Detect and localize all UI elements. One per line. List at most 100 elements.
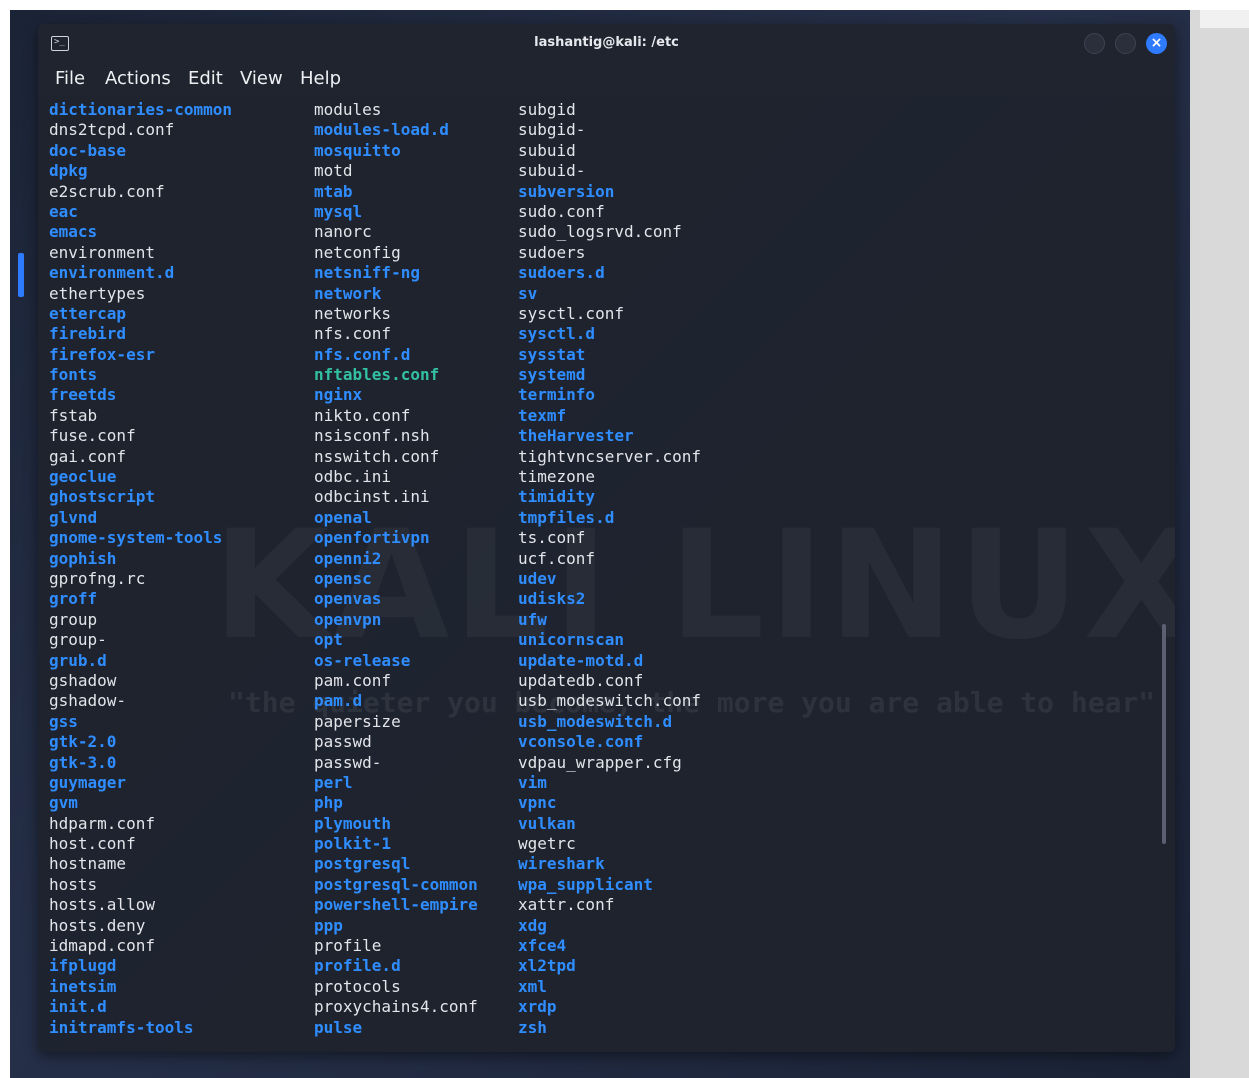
file-entry: motd xyxy=(314,161,353,181)
directory-entry: xdg xyxy=(518,915,547,935)
file-entry: modules xyxy=(314,100,382,119)
directory-entry: dpkg xyxy=(49,161,88,181)
directory-entry: ghostscript xyxy=(49,487,155,507)
file-entry: subgid xyxy=(518,100,576,119)
directory-entry: sudoers.d xyxy=(518,263,605,283)
directory-entry: mysql xyxy=(314,201,363,221)
file-entry: nanorc xyxy=(314,222,372,242)
file-entry: networks xyxy=(314,303,392,323)
file-entry: sudoers xyxy=(518,242,586,262)
file-entry: group xyxy=(49,609,98,629)
file-entry: nfs.conf xyxy=(314,324,392,344)
directory-entry: modules-load.d xyxy=(314,120,449,140)
symlink-entry: nftables.conf xyxy=(314,365,440,385)
file-entry: nikto.conf xyxy=(314,405,411,425)
directory-entry: perl xyxy=(314,772,353,792)
directory-entry: ifplugd xyxy=(49,956,117,976)
directory-entry: unicornscan xyxy=(518,630,624,650)
directory-entry: ppp xyxy=(314,915,343,935)
file-entry: timezone xyxy=(518,467,596,487)
file-entry: odbc.ini xyxy=(314,467,392,487)
directory-entry: plymouth xyxy=(314,813,392,833)
file-entry: host.conf xyxy=(49,834,136,854)
directory-entry: groff xyxy=(49,589,98,609)
directory-entry: profile.d xyxy=(314,956,401,976)
file-entry: sudo_logsrvd.conf xyxy=(518,222,682,242)
directory-entry: vconsole.conf xyxy=(518,732,644,752)
close-button[interactable]: × xyxy=(1146,33,1167,54)
directory-entry: os-release xyxy=(314,650,411,670)
file-entry: usb_modeswitch.conf xyxy=(518,691,702,711)
file-entry: tightvncserver.conf xyxy=(518,446,702,466)
minimize-button[interactable] xyxy=(1084,33,1105,54)
directory-entry: xfce4 xyxy=(518,936,567,956)
directory-entry: opensc xyxy=(314,568,372,588)
directory-entry: grub.d xyxy=(49,650,107,670)
title-bar[interactable]: >_ lashantig@kali: /etc × xyxy=(38,24,1175,62)
directory-entry: dictionaries-common xyxy=(49,100,233,119)
directory-entry: environment.d xyxy=(49,263,175,283)
file-entry: group- xyxy=(49,630,107,650)
listing-column-2: modules modules-load.d mosquitto motd mtab my… xyxy=(314,100,478,1038)
directory-entry: gss xyxy=(49,711,78,731)
directory-entry: openni2 xyxy=(314,548,382,568)
menu-bar: File Actions Edit View Help xyxy=(38,62,1175,96)
menu-view[interactable]: View xyxy=(240,62,283,96)
directory-entry: udisks2 xyxy=(518,589,586,609)
menu-help[interactable]: Help xyxy=(300,62,341,96)
directory-entry: gtk-3.0 xyxy=(49,752,117,772)
file-entry: subuid- xyxy=(518,161,586,181)
directory-entry: udev xyxy=(518,568,557,588)
directory-entry: eac xyxy=(49,201,78,221)
directory-entry: xl2tpd xyxy=(518,956,576,976)
directory-entry: polkit-1 xyxy=(314,834,392,854)
desktop-top-widget[interactable] xyxy=(1200,10,1249,28)
file-entry: e2scrub.conf xyxy=(49,181,165,201)
directory-entry: postgresql xyxy=(314,854,411,874)
directory-entry: geoclue xyxy=(49,467,117,487)
listing-column-3: subgid subgid-subuid subuid-subversion sudo… xyxy=(518,100,701,1038)
file-entry: gshadow xyxy=(49,670,117,690)
file-entry: gshadow- xyxy=(49,691,127,711)
directory-entry: mtab xyxy=(314,181,353,201)
directory-entry: xml xyxy=(518,976,547,996)
menu-file[interactable]: File xyxy=(55,62,85,96)
listing-column-1: dictionaries-common dns2tcpd.conf doc-base… xyxy=(49,100,232,1038)
file-entry: proxychains4.conf xyxy=(314,997,478,1017)
directory-entry: vpnc xyxy=(518,793,557,813)
directory-entry: systemd xyxy=(518,365,586,385)
directory-entry: update-motd.d xyxy=(518,650,644,670)
maximize-button[interactable] xyxy=(1115,33,1136,54)
file-entry: sudo.conf xyxy=(518,201,605,221)
file-entry: idmapd.conf xyxy=(49,936,155,956)
scrollbar[interactable] xyxy=(1162,624,1166,844)
directory-entry: inetsim xyxy=(49,976,117,996)
file-entry: hostname xyxy=(49,854,127,874)
directory-entry: wireshark xyxy=(518,854,605,874)
file-entry: passwd- xyxy=(314,752,382,772)
file-entry: papersize xyxy=(314,711,401,731)
desktop-launcher-accent xyxy=(18,253,24,297)
menu-actions[interactable]: Actions xyxy=(105,62,171,96)
file-entry: dns2tcpd.conf xyxy=(49,120,175,140)
file-entry: nsisconf.nsh xyxy=(314,426,430,446)
file-entry: fstab xyxy=(49,405,98,425)
menu-edit[interactable]: Edit xyxy=(188,62,223,96)
directory-entry: sysctl.d xyxy=(518,324,596,344)
file-entry: hdparm.conf xyxy=(49,813,155,833)
directory-entry: firefox-esr xyxy=(49,344,155,364)
directory-entry: gophish xyxy=(49,548,117,568)
terminal-window[interactable]: KALI LINUX "the quieter you become, the … xyxy=(38,24,1175,1052)
file-entry: updatedb.conf xyxy=(518,670,644,690)
window-title: lashantig@kali: /etc xyxy=(534,35,679,50)
directory-entry: openfortivpn xyxy=(314,528,430,548)
file-entry: ucf.conf xyxy=(518,548,596,568)
file-entry: xattr.conf xyxy=(518,895,615,915)
directory-entry: subversion xyxy=(518,181,615,201)
desktop-side-panel xyxy=(1190,10,1249,1078)
directory-entry: openvpn xyxy=(314,609,382,629)
file-entry: netconfig xyxy=(314,242,401,262)
directory-entry: gvm xyxy=(49,793,78,813)
file-entry: hosts.deny xyxy=(49,915,146,935)
directory-entry: network xyxy=(314,283,382,303)
